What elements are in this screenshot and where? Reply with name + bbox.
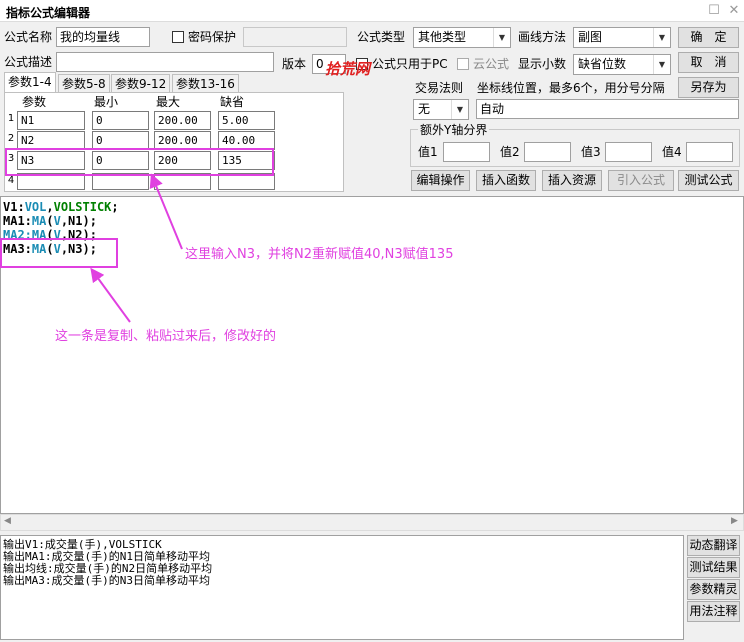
scroll-right-icon[interactable]: ▶ — [731, 516, 738, 526]
editor-hscrollbar[interactable]: ◀ ▶ — [0, 514, 744, 531]
output-panel: 输出V1:成交量(手),VOLSTICK 输出MA1:成交量(手)的N1日简单移… — [0, 535, 684, 640]
annotation-top: 这里输入N3，并将N2重新赋值40,N3赋值135 — [185, 247, 454, 262]
usage-notes-button[interactable]: 用法注释 — [687, 601, 740, 622]
output-line: 输出MA3:成交量(手)的N3日简单移动平均 — [3, 574, 210, 587]
dynamic-translate-button[interactable]: 动态翻译 — [687, 535, 740, 556]
arrow-to-code-line — [90, 267, 131, 323]
scroll-left-icon[interactable]: ◀ — [4, 516, 11, 526]
annotation-bottom: 这一条是复制、粘贴过来后，修改好的 — [55, 329, 277, 344]
arrow-to-param-row — [149, 173, 183, 250]
test-result-button[interactable]: 测试结果 — [687, 557, 740, 578]
param-wizard-button[interactable]: 参数精灵 — [687, 579, 740, 600]
